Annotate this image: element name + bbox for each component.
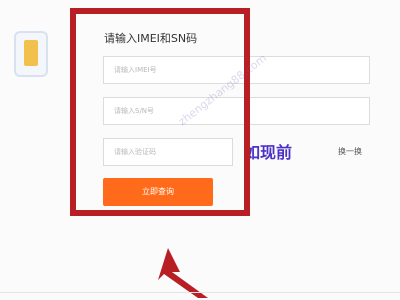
divider [0,292,400,293]
captcha-image: 如现前 [244,143,293,162]
phone-screen [24,40,38,66]
phone-icon [14,31,48,77]
highlight-box [70,8,250,216]
arrow-up-icon [158,248,208,298]
refresh-captcha-link[interactable]: 换一换 [338,146,362,157]
